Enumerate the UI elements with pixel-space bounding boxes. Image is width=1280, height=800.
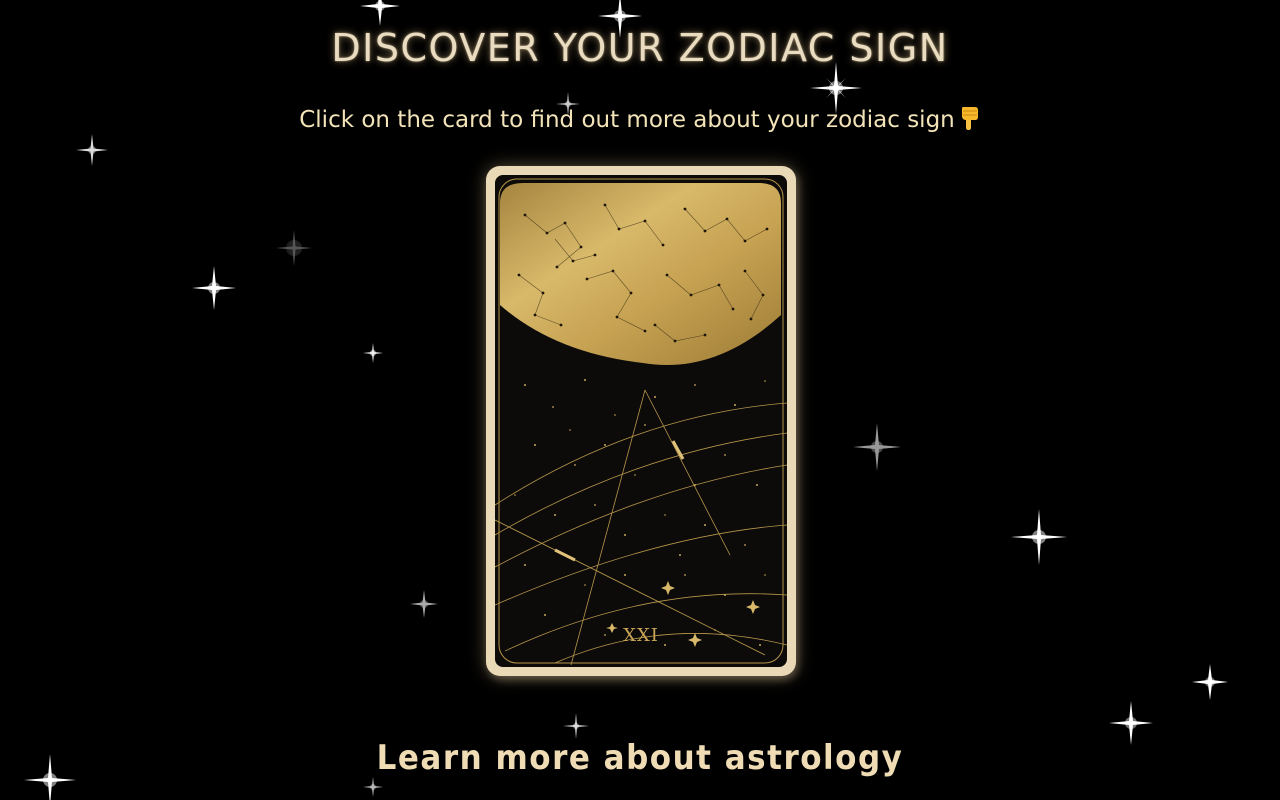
constellation-moon-card-icon: [495, 178, 787, 666]
sparkle-icon: [1190, 662, 1230, 702]
card-numeral: XXI: [623, 625, 659, 646]
sparkle-icon: [362, 776, 384, 798]
sparkle-icon: [1010, 508, 1068, 566]
card-artwork: XXI: [495, 175, 787, 667]
zodiac-card[interactable]: XXI: [486, 166, 796, 676]
sparkle-icon: [190, 264, 238, 312]
sparkle-icon: [360, 0, 400, 26]
page-title: DISCOVER YOUR ZODIAC SIGN: [331, 26, 949, 70]
sparkle-icon: [72, 130, 112, 170]
subtitle-text: Click on the card to find out more about…: [299, 107, 955, 133]
learn-more-label[interactable]: Learn more about astrology: [377, 739, 904, 778]
sparkle-icon: [852, 422, 902, 472]
learn-more-link[interactable]: Learn more about astrology: [0, 739, 1280, 778]
hand-pointing-down-icon: [959, 105, 981, 131]
sparkle-icon: [562, 712, 590, 740]
sparkle-icon: [408, 588, 440, 620]
sparkle-icon: [272, 226, 316, 270]
page-subtitle: Click on the card to find out more about…: [0, 105, 1280, 133]
sparkle-icon: [362, 342, 384, 364]
